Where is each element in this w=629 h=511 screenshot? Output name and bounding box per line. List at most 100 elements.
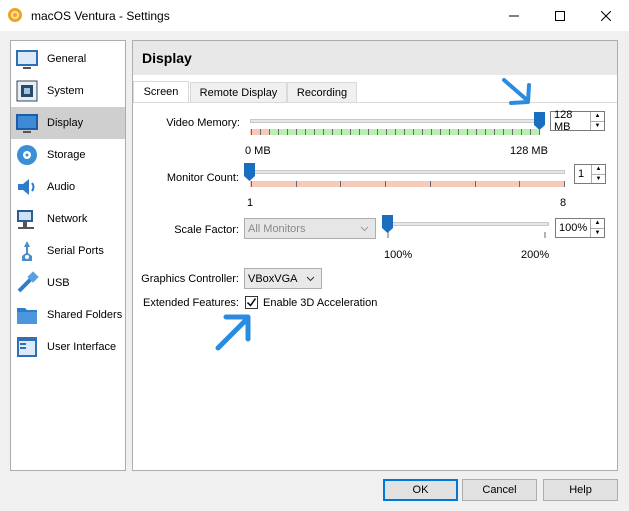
spin-buttons: ▲ ▼ <box>590 219 604 237</box>
sidebar-item-user-interface[interactable]: User Interface <box>11 331 125 363</box>
sidebar-item-general[interactable]: General <box>11 43 125 75</box>
monitor-count-slider-thumb[interactable] <box>244 163 255 181</box>
content-header: Display <box>133 41 617 75</box>
storage-icon <box>17 145 37 165</box>
extended-features-label: Extended Features: <box>142 297 239 309</box>
window-title: macOS Ventura - Settings <box>31 9 170 23</box>
video-memory-slider-thumb[interactable] <box>534 112 545 130</box>
close-icon <box>601 10 611 21</box>
video-memory-min-label: 0 MB <box>245 145 271 157</box>
scale-factor-spinbox[interactable]: 100% ▲ ▼ <box>555 218 605 238</box>
sidebar-item-usb[interactable]: USB <box>11 267 125 299</box>
sidebar-item-label: Serial Ports <box>47 245 104 257</box>
checkmark-icon <box>246 298 257 307</box>
scale-factor-slider-track[interactable] <box>384 222 549 226</box>
spin-up-icon[interactable]: ▲ <box>591 219 604 228</box>
help-button-label: Help <box>569 484 592 496</box>
spin-down-icon[interactable]: ▼ <box>591 227 604 238</box>
chevron-down-icon <box>306 276 315 282</box>
enable-3d-acceleration-checkbox[interactable] <box>245 296 258 309</box>
video-memory-value: 128 MB <box>554 109 573 133</box>
video-memory-slider-track[interactable] <box>250 119 540 123</box>
settings-content-panel: Display Screen Remote Display Recording … <box>132 40 618 471</box>
settings-sidebar: General System Display Storage Audio Net… <box>10 40 126 471</box>
sidebar-item-storage[interactable]: Storage <box>11 139 125 171</box>
display-icon <box>16 114 38 133</box>
shared-folders-icon <box>17 308 37 324</box>
sidebar-item-label: USB <box>47 277 70 289</box>
chevron-down-icon <box>360 226 369 232</box>
spin-down-icon[interactable]: ▼ <box>592 173 605 184</box>
minimize-icon <box>509 15 519 16</box>
network-icon <box>17 210 34 229</box>
tab-label: Screen <box>143 86 179 98</box>
enable-3d-acceleration-label[interactable]: Enable 3D Acceleration <box>263 297 377 309</box>
ok-button[interactable]: OK <box>383 479 458 501</box>
video-memory-ticks <box>251 129 540 135</box>
user-interface-icon <box>17 337 37 357</box>
video-memory-spinbox[interactable]: 128 MB ▲ ▼ <box>550 109 605 133</box>
general-icon <box>16 50 38 69</box>
monitor-count-max-label: 8 <box>560 197 567 209</box>
audio-icon <box>18 179 35 195</box>
sidebar-item-network[interactable]: Network <box>11 203 125 235</box>
sidebar-item-label: Storage <box>47 149 86 161</box>
sidebar-item-shared-folders[interactable]: Shared Folders <box>11 299 125 331</box>
spin-buttons: ▲ ▼ <box>591 165 605 183</box>
sidebar-item-label: Display <box>47 117 84 129</box>
title-bar: macOS Ventura - Settings <box>0 0 629 31</box>
cancel-button-label: Cancel <box>482 484 517 496</box>
close-button[interactable] <box>583 0 629 31</box>
monitor-count-spinbox[interactable]: 1 ▲ ▼ <box>574 164 606 184</box>
sidebar-item-display[interactable]: Display <box>11 107 125 139</box>
graphics-controller-label: Graphics Controller: <box>141 273 239 285</box>
serial-ports-icon <box>22 241 32 261</box>
maximize-icon <box>555 10 565 21</box>
tab-label: Remote Display <box>199 86 278 99</box>
tab-recording[interactable]: Recording <box>287 82 357 103</box>
monitor-count-min-label: 1 <box>247 197 254 209</box>
sidebar-item-label: User Interface <box>47 341 117 353</box>
sidebar-item-label: General <box>47 53 87 65</box>
annotation-arrow-up-right-icon <box>215 314 251 351</box>
cancel-button[interactable]: Cancel <box>462 479 537 501</box>
screen-tab-panel: Video Memory: 0 MB 128 MB 128 MB ▲ ▼ Mon… <box>133 102 617 470</box>
scale-factor-value: 100% <box>559 222 588 234</box>
spin-buttons: ▲ ▼ <box>590 112 604 130</box>
sidebar-item-label: Audio <box>47 181 76 193</box>
spin-up-icon[interactable]: ▲ <box>592 165 605 174</box>
help-button[interactable]: Help <box>543 479 618 501</box>
graphics-controller-value: VBoxVGA <box>248 272 298 285</box>
spin-down-icon[interactable]: ▼ <box>591 120 604 131</box>
tab-screen[interactable]: Screen <box>133 81 189 103</box>
maximize-button[interactable] <box>537 0 583 31</box>
video-memory-max-label: 128 MB <box>510 145 548 157</box>
page-title: Display <box>142 50 192 66</box>
usb-icon <box>17 271 39 293</box>
minimize-button[interactable] <box>491 0 537 31</box>
spin-up-icon[interactable]: ▲ <box>591 112 604 121</box>
sidebar-item-label: Network <box>47 213 88 225</box>
sidebar-item-audio[interactable]: Audio <box>11 171 125 203</box>
gear-app-icon <box>8 8 22 22</box>
scale-factor-monitor-select: All Monitors <box>244 218 376 239</box>
monitor-count-slider-track[interactable] <box>250 170 565 174</box>
scale-factor-min-label: 100% <box>384 249 413 261</box>
ok-button-label: OK <box>412 484 429 496</box>
sidebar-item-system[interactable]: System <box>11 75 125 107</box>
monitor-count-value: 1 <box>578 168 585 180</box>
video-memory-label: Video Memory: <box>166 117 240 129</box>
sidebar-item-serial-ports[interactable]: Serial Ports <box>11 235 125 267</box>
tab-remote-display[interactable]: Remote Display <box>190 82 287 103</box>
tab-label: Recording <box>296 86 348 99</box>
scale-factor-ticks <box>387 232 546 238</box>
graphics-controller-select[interactable]: VBoxVGA <box>244 268 322 289</box>
scale-factor-max-label: 200% <box>521 249 550 261</box>
sidebar-item-label: System <box>47 85 84 97</box>
sidebar-item-label: Shared Folders <box>47 309 123 321</box>
system-icon <box>16 80 38 102</box>
annotation-arrow-down-right-icon <box>502 78 531 105</box>
monitor-count-label: Monitor Count: <box>166 172 239 184</box>
scale-factor-slider-thumb[interactable] <box>382 215 393 233</box>
scale-factor-label: Scale Factor: <box>174 224 239 236</box>
